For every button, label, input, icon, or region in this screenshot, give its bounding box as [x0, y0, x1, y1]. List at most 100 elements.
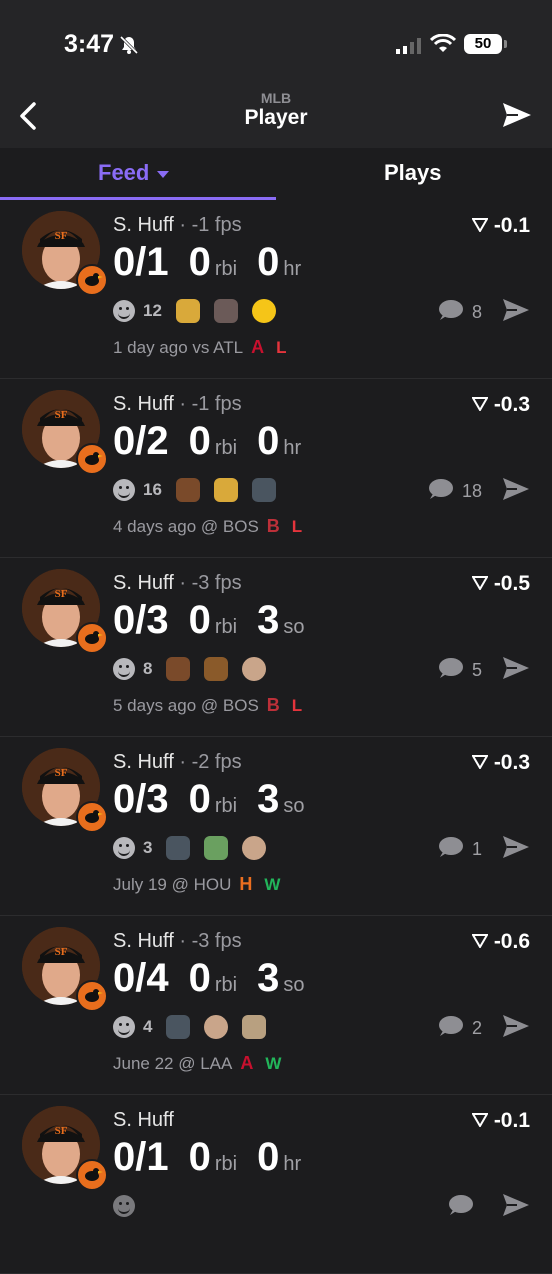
stat-line: 0/2 0 rbi 0 hr [113, 419, 301, 465]
rbi-value: 0 [188, 1135, 211, 1179]
stat3-value: 3 [257, 956, 280, 1000]
team-logo-icon [76, 622, 108, 654]
reaction-emojis [166, 1015, 280, 1039]
game-card[interactable]: SF S. Huff · -1 fps -0.1 0/1 0 rbi 0 hr 12 8 [0, 200, 552, 379]
add-reaction-smile-icon[interactable] [113, 1195, 135, 1217]
comments-button[interactable]: 5 [436, 656, 482, 685]
send-icon[interactable] [502, 477, 530, 506]
add-reaction-smile-icon[interactable] [113, 479, 135, 501]
comments-button[interactable]: 2 [436, 1014, 482, 1043]
comments-button[interactable] [446, 1193, 482, 1222]
stat3-value: 3 [257, 598, 280, 642]
stat3-label: so [283, 974, 305, 996]
down-arrow-icon [471, 1109, 489, 1133]
tab-bar: Feed Plays [0, 148, 552, 200]
svg-text:SF: SF [55, 1125, 68, 1137]
game-card[interactable]: SF S. Huff · -3 fps -0.5 0/3 0 rbi 3 so 8 5 [0, 558, 552, 737]
fantasy-points: -3 fps [191, 930, 242, 952]
fps-separator: · [173, 572, 192, 594]
opponent-logo-icon: A [251, 337, 265, 357]
comment-bubble-icon [446, 1193, 474, 1222]
add-reaction-smile-icon[interactable] [113, 1016, 135, 1038]
reactions-row[interactable]: 8 [113, 654, 280, 684]
opponent-logo-icon: H [239, 874, 253, 894]
reactions-row[interactable]: 4 [113, 1012, 280, 1042]
at-bats: 0/3 [113, 777, 169, 821]
send-icon[interactable] [502, 835, 530, 864]
comments-button[interactable]: 18 [426, 477, 482, 506]
rbi-label: rbi [214, 258, 238, 280]
send-icon[interactable] [502, 1014, 530, 1043]
add-reaction-smile-icon[interactable] [113, 658, 135, 680]
reactions-row[interactable]: 12 [113, 296, 290, 326]
game-card[interactable]: SF S. Huff · -1 fps -0.3 0/2 0 rbi 0 hr 16 1… [0, 379, 552, 558]
add-reaction-smile-icon[interactable] [113, 300, 135, 322]
tab-feed-label: Feed [98, 160, 150, 185]
comment-count: 2 [471, 1018, 482, 1038]
opponent-logo-icon: B [266, 695, 280, 715]
player-line: S. Huff [113, 1109, 174, 1132]
comments-button[interactable]: 1 [436, 835, 482, 864]
stat3-label: so [283, 795, 305, 817]
game-card[interactable]: SF S. Huff · -3 fps -0.6 0/4 0 rbi 3 so 4 2 [0, 916, 552, 1095]
rating-change-value: -0.3 [493, 751, 530, 774]
opponent-logo-icon: B [266, 516, 280, 536]
team-logo-icon [76, 1159, 108, 1191]
stat3-value: 0 [257, 1135, 280, 1179]
rating-change-value: -0.3 [493, 393, 530, 416]
down-arrow-icon [471, 930, 489, 954]
stat3-value: 0 [257, 240, 280, 284]
fps-separator: · [173, 751, 192, 773]
reactions-row[interactable]: 3 [113, 833, 280, 863]
comment-count: 1 [471, 839, 482, 859]
at-bats: 0/1 [113, 240, 169, 284]
player-line: S. Huff · -1 fps [113, 393, 242, 416]
skull-tattoo-icon [213, 299, 238, 323]
send-icon[interactable] [502, 298, 530, 327]
comment-bubble-icon [436, 656, 464, 685]
player-sticker-icon [166, 836, 191, 860]
rbi-label: rbi [214, 974, 238, 996]
battery-tip [504, 40, 507, 48]
send-icon[interactable] [502, 1193, 530, 1222]
rbi-label: rbi [214, 616, 238, 638]
rbi-value: 0 [188, 419, 211, 463]
player-name: S. Huff [113, 1109, 174, 1131]
reaction-count: 16 [143, 480, 162, 499]
game-card[interactable]: SF S. Huff · -2 fps -0.3 0/3 0 rbi 3 so 3 1 [0, 737, 552, 916]
silent-bell-icon [118, 34, 140, 61]
game-time-opponent: June 22 @ LAA [113, 1053, 233, 1073]
svg-text:SF: SF [55, 767, 68, 779]
rating-change-value: -0.1 [493, 214, 530, 237]
league-label: MLB [260, 90, 292, 106]
comment-count: 18 [461, 481, 482, 501]
rbi-value: 0 [188, 240, 211, 284]
cell-signal-icon [396, 38, 422, 59]
player-line: S. Huff · -1 fps [113, 214, 242, 237]
poop-icon [175, 478, 200, 502]
svg-text:SF: SF [55, 588, 68, 600]
rating-change: -0.3 [471, 393, 530, 417]
share-send-icon[interactable] [502, 102, 532, 133]
game-card[interactable]: SF S. Huff -0.1 0/1 0 rbi 0 hr [0, 1095, 552, 1274]
add-reaction-smile-icon[interactable] [113, 837, 135, 859]
tab-feed[interactable]: Feed [98, 160, 170, 186]
game-meta: 5 days ago @ BOS B L [113, 695, 302, 716]
rbi-value: 0 [188, 598, 211, 642]
team-logo-icon [76, 264, 108, 296]
reactions-row[interactable] [113, 1191, 157, 1221]
comment-bubble-icon [426, 477, 454, 506]
fps-separator: · [173, 930, 192, 952]
chevron-down-icon [157, 170, 170, 178]
baby-icon [204, 836, 229, 860]
tab-plays[interactable]: Plays [384, 160, 442, 186]
comments-button[interactable]: 8 [436, 298, 482, 327]
down-arrow-icon [471, 751, 489, 775]
reactions-row[interactable]: 16 [113, 475, 290, 505]
page-title: Player [244, 106, 308, 129]
send-icon[interactable] [502, 656, 530, 685]
game-time-opponent: 1 day ago vs ATL [113, 337, 244, 357]
fantasy-points: -1 fps [191, 214, 242, 236]
game-time-opponent: July 19 @ HOU [113, 874, 232, 894]
player-line: S. Huff · -2 fps [113, 751, 242, 774]
